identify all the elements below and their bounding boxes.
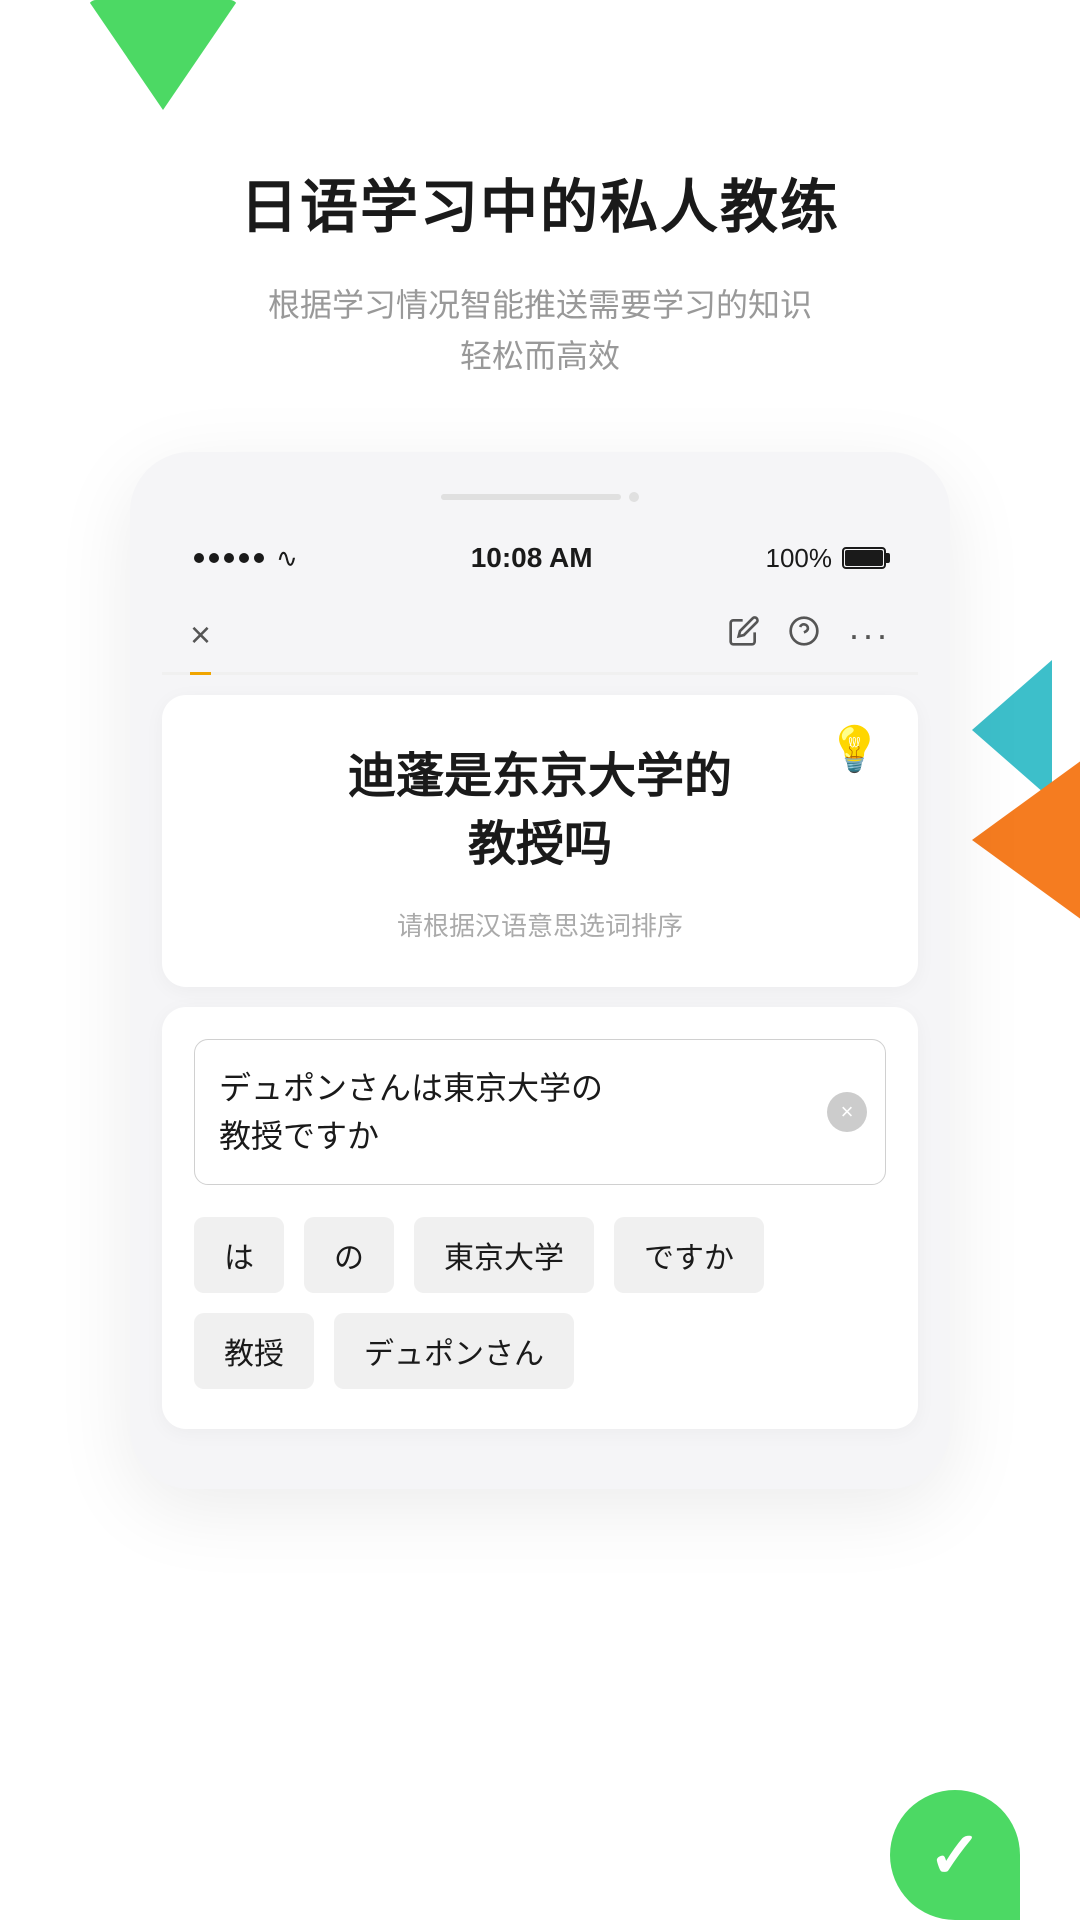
progress-dot — [629, 492, 639, 502]
clear-button[interactable]: × — [827, 1092, 867, 1132]
word-chip-3[interactable]: 東京大学 — [414, 1217, 594, 1293]
subtitle-line2: 轻松而高效 — [268, 331, 812, 382]
help-icon[interactable] — [788, 615, 820, 655]
battery-icon — [842, 547, 886, 569]
status-left: ∿ — [194, 543, 298, 574]
battery-percent: 100% — [765, 543, 832, 574]
answer-line1: デュポンさんは東京大学の — [219, 1070, 603, 1106]
answer-card: デュポンさんは東京大学の 教授ですか × は の 東京大学 ですか 教授 デュポ… — [162, 1007, 918, 1429]
question-card: 💡 迪蓬是东京大学的 教授吗 请根据汉语意思选词排序 — [162, 695, 918, 986]
status-time: 10:08 AM — [471, 542, 593, 574]
wifi-icon: ∿ — [276, 543, 298, 574]
answer-line2: 教授ですか — [219, 1118, 379, 1154]
battery-fill — [845, 550, 883, 566]
signal-dot-2 — [209, 553, 219, 563]
word-chip-5[interactable]: 教授 — [194, 1313, 314, 1389]
signal-dot-3 — [224, 553, 234, 563]
answer-input-box[interactable]: デュポンさんは東京大学の 教授ですか × — [194, 1039, 886, 1185]
status-bar: ∿ 10:08 AM 100% — [162, 526, 918, 590]
word-chip-4[interactable]: ですか — [614, 1217, 764, 1293]
progress-bar — [162, 492, 918, 502]
subtitle: 根据学习情况智能推送需要学习的知识 轻松而高效 — [268, 280, 812, 382]
word-chips-container: は の 東京大学 ですか 教授 デュポンさん — [194, 1217, 886, 1389]
nav-actions: ··· — [728, 614, 890, 672]
progress-fill — [441, 494, 594, 500]
question-line2: 教授吗 — [202, 811, 878, 878]
question-hint: 请根据汉语意思选词排序 — [202, 906, 878, 943]
app-nav: × ··· — [162, 598, 918, 675]
word-chip-6[interactable]: デュポンさん — [334, 1313, 574, 1389]
more-icon[interactable]: ··· — [848, 614, 890, 656]
top-triangle-decoration — [88, 0, 238, 110]
hint-bulb-icon: 💡 — [827, 723, 882, 775]
signal-dots — [194, 553, 264, 563]
progress-track — [441, 494, 621, 500]
right-decoration — [972, 660, 1080, 920]
word-chip-2[interactable]: の — [304, 1217, 394, 1293]
signal-dot-4 — [239, 553, 249, 563]
signal-dot-1 — [194, 553, 204, 563]
subtitle-line1: 根据学习情况智能推送需要学习的知识 — [268, 280, 812, 331]
close-button[interactable]: × — [190, 614, 211, 675]
page-container: 日语学习中的私人教练 根据学习情况智能推送需要学习的知识 轻松而高效 — [0, 0, 1080, 1920]
main-title: 日语学习中的私人教练 — [240, 160, 840, 244]
signal-dot-5 — [254, 553, 264, 563]
orange-triangle-icon — [972, 760, 1080, 920]
check-button[interactable] — [890, 1790, 1020, 1920]
word-chip-1[interactable]: は — [194, 1217, 284, 1293]
question-text: 迪蓬是东京大学的 教授吗 — [202, 743, 878, 877]
question-line1: 迪蓬是东京大学的 — [202, 743, 878, 810]
status-right: 100% — [765, 543, 886, 574]
edit-icon[interactable] — [728, 615, 760, 655]
phone-mockup: ∿ 10:08 AM 100% × — [130, 452, 950, 1488]
answer-text: デュポンさんは東京大学の 教授ですか — [219, 1064, 861, 1160]
